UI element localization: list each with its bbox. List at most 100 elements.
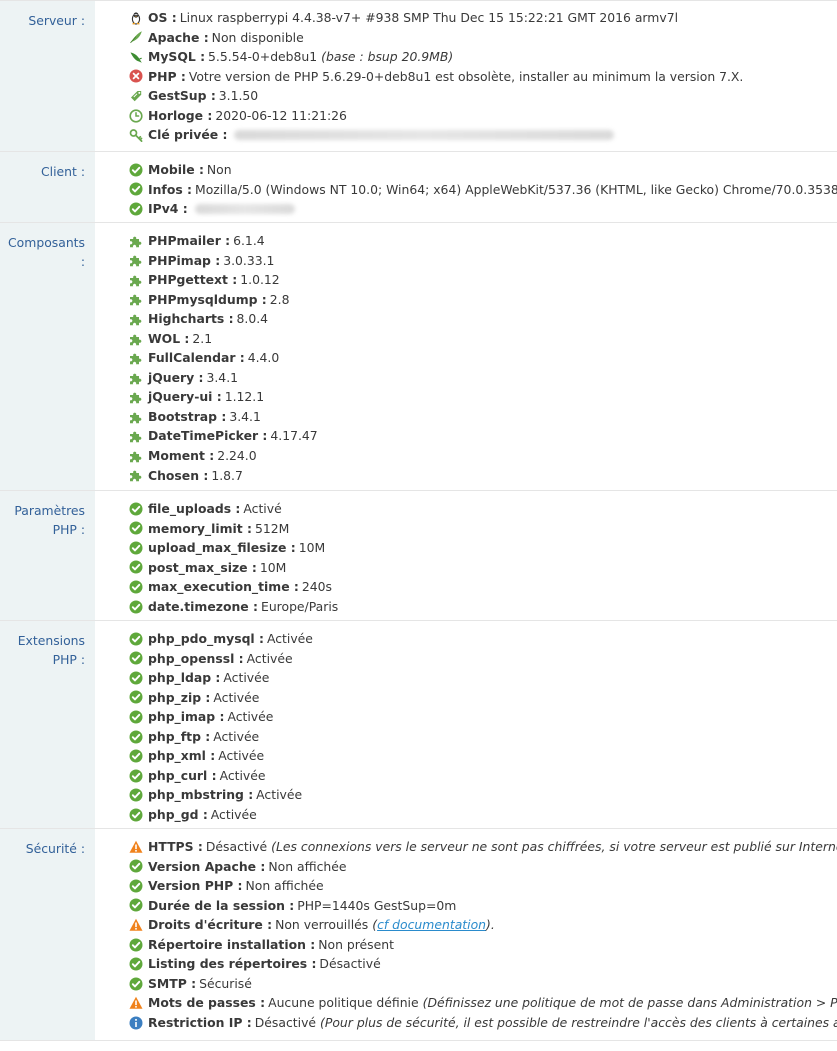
row-separator: : xyxy=(254,631,264,646)
check-circle-icon xyxy=(129,182,143,196)
row-separator: : xyxy=(186,975,197,991)
row-value: Activée xyxy=(213,689,260,705)
check-circle-icon xyxy=(129,651,143,665)
row-key: Clé privée xyxy=(148,127,219,143)
check-circle-icon xyxy=(129,730,143,744)
row-separator: : xyxy=(198,806,208,822)
info-row: php_curl : Activée xyxy=(129,766,837,786)
row-value: 2.8 xyxy=(269,291,290,307)
row-value: Désactivé xyxy=(254,1014,317,1030)
info-row: Clé privée : xyxy=(129,125,837,145)
info-row: Durée de la session : PHP=1440s GestSup=0… xyxy=(129,896,837,916)
row-key: upload_max_filesize xyxy=(148,540,287,556)
row-value: 1.0.12 xyxy=(240,272,280,288)
info-row: Chosen :1.8.7 xyxy=(129,466,837,486)
puzzle-icon xyxy=(129,312,143,326)
row-value: Désactivé xyxy=(319,956,381,972)
row-separator: : xyxy=(257,291,267,307)
row-value: Votre version de PHP 5.6.29-0+deb8u1 est… xyxy=(188,68,744,84)
row-separator: : xyxy=(256,858,266,874)
info-row: file_uploads : Activé xyxy=(129,499,837,519)
row-separator: : xyxy=(255,995,266,1011)
section-label: Paramètres PHP : xyxy=(0,491,95,620)
row-separator: : xyxy=(247,559,257,575)
info-row: Version Apache : Non affichée xyxy=(129,857,837,877)
row-separator: : xyxy=(212,389,222,405)
row-value: 5.5.54-0+deb8u1 xyxy=(208,49,318,65)
info-row: post_max_size :10M xyxy=(129,558,837,578)
info-row: OS : Linux raspberrypi 4.4.38-v7+ #938 SM… xyxy=(129,8,837,28)
section-label-text: Sécurité : xyxy=(25,841,85,856)
row-key: php_imap xyxy=(148,709,216,725)
row-separator: : xyxy=(193,839,203,854)
section-label-text: Client : xyxy=(41,164,85,179)
info-row: WOL :2.1 xyxy=(129,329,837,349)
row-separator: : xyxy=(211,670,221,686)
puzzle-icon xyxy=(129,429,143,443)
row-value: 3.4.1 xyxy=(206,369,239,385)
row-key: memory_limit xyxy=(148,520,243,536)
row-value: Non présent xyxy=(318,936,394,952)
row-value: Activée xyxy=(246,650,293,666)
info-row: FullCalendar :4.4.0 xyxy=(129,348,837,368)
section-values: HTTPS : Désactivé (Les connexions vers le … xyxy=(95,829,837,1040)
row-value: Sécurisé xyxy=(199,975,252,991)
check-circle-icon xyxy=(129,541,143,555)
row-key: php_ftp xyxy=(148,728,201,744)
row-separator: : xyxy=(180,330,190,346)
check-circle-icon xyxy=(129,859,143,873)
system-info-table: Serveur : OS : Linux raspberrypi 4.4.38-v… xyxy=(0,0,837,1041)
row-key: PHPimap xyxy=(148,252,211,268)
row-key: Répertoire installation xyxy=(148,936,306,952)
row-note: (Les connexions vers le serveur ne sont … xyxy=(271,839,837,854)
row-key: Moment xyxy=(148,448,205,464)
redacted-value xyxy=(194,203,295,214)
info-row: Infos : Mozilla/5.0 (Windows NT 10.0; Win… xyxy=(129,180,837,200)
section-label-line1: Paramètres xyxy=(14,503,85,518)
info-row: DateTimePicker :4.17.47 xyxy=(129,426,837,446)
row-key: jQuery-ui xyxy=(148,389,213,405)
row-value: Activée xyxy=(266,631,313,646)
row-key: Mobile xyxy=(148,162,195,177)
puzzle-icon xyxy=(129,371,143,385)
row-key: PHPgettext xyxy=(148,272,228,288)
documentation-link[interactable]: cf documentation xyxy=(377,917,486,932)
section-label: Serveur : xyxy=(0,1,95,151)
info-row: SMTP : Sécurisé xyxy=(129,974,837,994)
section-label-line2: PHP : xyxy=(52,652,85,667)
row-key: SMTP xyxy=(148,975,187,991)
row-key: Version PHP xyxy=(148,878,234,894)
row-key: Version Apache xyxy=(148,858,257,874)
puzzle-icon xyxy=(129,332,143,346)
row-value: Activée xyxy=(218,748,265,764)
row-key: php_openssl xyxy=(148,650,235,666)
info-row: php_zip : Activée xyxy=(129,688,837,708)
row-separator: : xyxy=(224,311,234,327)
row-value: Linux raspberrypi 4.4.38-v7+ #938 SMP Th… xyxy=(179,10,679,25)
info-row: upload_max_filesize :10M xyxy=(129,538,837,558)
info-row: php_imap : Activée xyxy=(129,707,837,727)
section-serveur: Serveur : OS : Linux raspberrypi 4.4.38-v… xyxy=(0,1,837,152)
row-separator: : xyxy=(234,650,244,666)
row-separator: : xyxy=(286,540,296,556)
row-value: 8.0.4 xyxy=(236,311,269,327)
row-value: Activée xyxy=(213,728,260,744)
section-parametres-php: Paramètres PHP : file_uploads : Activé mem… xyxy=(0,491,837,621)
row-key: php_xml xyxy=(148,748,206,764)
row-separator: : xyxy=(195,49,206,65)
info-row: PHPgettext :1.0.12 xyxy=(129,270,837,290)
section-label-line2: PHP : xyxy=(52,522,85,537)
row-key: max_execution_time xyxy=(148,579,290,595)
info-row: Répertoire installation : Non présent xyxy=(129,935,837,955)
row-separator: : xyxy=(262,917,273,933)
row-key: post_max_size xyxy=(148,559,248,575)
row-value: 10M xyxy=(259,559,287,575)
info-row: php_ldap : Activée xyxy=(129,668,837,688)
row-value: 2.1 xyxy=(192,330,213,346)
info-row: jQuery-ui :1.12.1 xyxy=(129,387,837,407)
row-separator: : xyxy=(194,369,204,385)
row-key: Bootstrap xyxy=(148,408,218,424)
row-value: 2.24.0 xyxy=(217,448,257,464)
info-row: MySQL :5.5.54-0+deb8u1 (base : bsup 20.9M… xyxy=(129,47,837,67)
row-separator: : xyxy=(233,878,243,894)
